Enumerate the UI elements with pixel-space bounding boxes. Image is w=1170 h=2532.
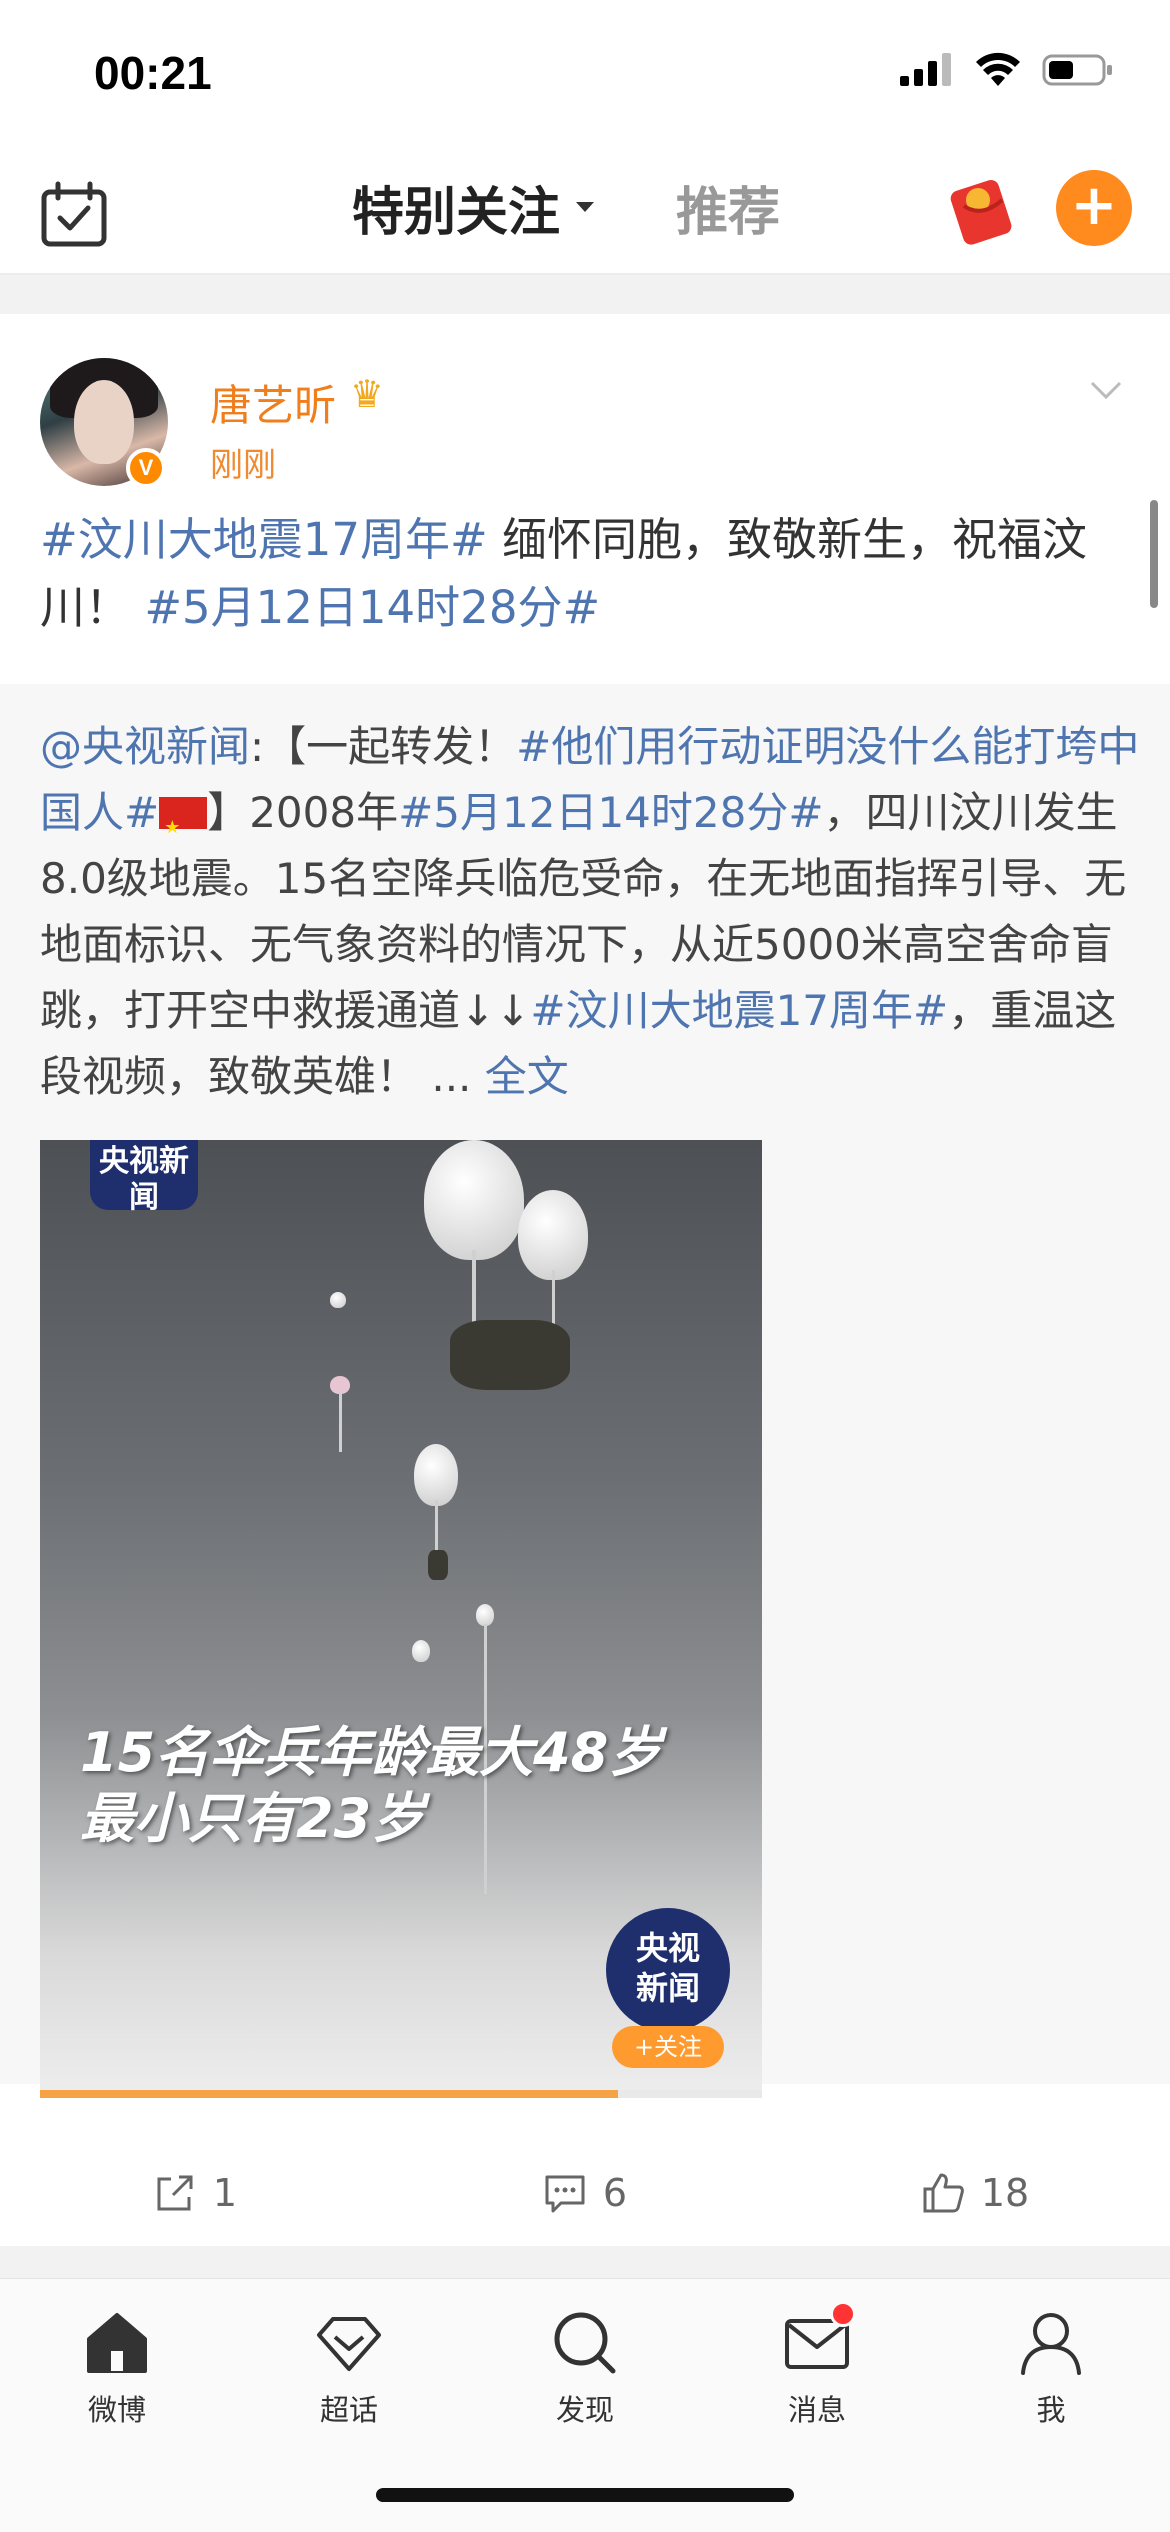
- tab-discover-label: 发现: [555, 2393, 614, 2427]
- cctv-channel-logo[interactable]: 央视 新闻: [606, 1908, 730, 2032]
- home-indicator[interactable]: [376, 2488, 794, 2502]
- comment-count: 6: [602, 2171, 628, 2215]
- thumbs-up-icon: [923, 2173, 964, 2213]
- home-icon: [87, 2313, 147, 2373]
- scroll-indicator[interactable]: [1150, 500, 1158, 608]
- comment-icon: [545, 2175, 585, 2213]
- topic-link[interactable]: #5月12日14时28分#: [398, 788, 823, 837]
- topic-link[interactable]: #5月12日14时28分#: [144, 581, 600, 634]
- wifi-icon: [976, 52, 1020, 86]
- repost-text-segment: :【一起转发！: [250, 722, 517, 771]
- tab-discover[interactable]: 发现: [510, 2309, 660, 2429]
- feed-post: V 唐艺昕 ♛ 刚刚 #汶川大地震17周年# 缅怀同胞，致敬新生，祝福汶川！ #…: [0, 314, 1170, 2246]
- red-packet-icon[interactable]: [944, 170, 1020, 246]
- status-bar: 00:21: [0, 0, 1170, 140]
- tab-messages[interactable]: 消息: [742, 2301, 892, 2429]
- video-caption: 15名伞兵年龄最大48岁 最小只有23岁: [80, 1721, 663, 1850]
- share-icon: [157, 2175, 193, 2211]
- tab-home-label: 微博: [87, 2393, 146, 2427]
- tab-super-topic[interactable]: 超话: [274, 2309, 424, 2429]
- repost-button[interactable]: 1: [0, 2140, 390, 2246]
- status-time: 00:21: [94, 47, 212, 99]
- compose-plus-button[interactable]: +: [1056, 170, 1132, 246]
- calendar-checkin-icon[interactable]: [40, 180, 108, 248]
- video-thumbnail[interactable]: 央视新闻 央视 新闻 +关注: [40, 1140, 762, 2098]
- topic-link[interactable]: #汶川大地震17周年#: [40, 513, 488, 566]
- topic-link[interactable]: #汶川大地震17周年#: [530, 986, 948, 1035]
- video-progress-bar[interactable]: [40, 2090, 762, 2098]
- crown-icon: ♛: [350, 372, 385, 416]
- post-author-name[interactable]: 唐艺昕: [210, 372, 336, 433]
- repost-text: @央视新闻:【一起转发！#他们用行动证明没什么能打垮中国人#】2008年#5月1…: [40, 714, 1140, 1110]
- tab-recommend[interactable]: 推荐: [676, 170, 780, 245]
- like-count: 18: [980, 2171, 1030, 2215]
- search-icon: [554, 2312, 616, 2374]
- like-button[interactable]: 18: [780, 2140, 1170, 2246]
- video-progress-fill: [40, 2090, 618, 2098]
- china-flag-icon: [159, 795, 208, 861]
- user-icon: [1021, 2313, 1081, 2375]
- diamond-icon: [317, 2317, 381, 2371]
- post-text: #汶川大地震17周年# 缅怀同胞，致敬新生，祝福汶川！ #5月12日14时28分…: [40, 506, 1130, 642]
- repost-count: 1: [212, 2171, 238, 2215]
- parachute-illustration: [424, 1140, 524, 1260]
- follow-button[interactable]: +关注: [612, 2026, 724, 2068]
- full-text-link[interactable]: 全文: [485, 1052, 569, 1101]
- chevron-down-icon[interactable]: [576, 202, 594, 212]
- tab-home[interactable]: 微博: [42, 2309, 192, 2429]
- repost-text-segment: 】2008年: [207, 788, 399, 837]
- tab-messages-label: 消息: [787, 2393, 846, 2427]
- post-timestamp: 刚刚: [210, 445, 276, 484]
- post-action-bar: 1 6 18: [0, 2140, 1170, 2246]
- comment-button[interactable]: 6: [390, 2140, 780, 2246]
- status-icons: [898, 52, 1114, 88]
- unread-dot: [830, 2301, 856, 2327]
- top-nav: 特别关注 推荐 +: [0, 140, 1170, 275]
- tab-me-label: 我: [1036, 2393, 1066, 2427]
- feed-separator: [0, 277, 1170, 314]
- cellular-signal-icon: [900, 53, 951, 86]
- tab-special-follow[interactable]: 特别关注: [352, 170, 561, 253]
- battery-icon: [1042, 54, 1112, 86]
- tab-super-topic-label: 超话: [319, 2393, 378, 2427]
- cctv-logo-small: 央视新闻: [90, 1140, 198, 1215]
- chevron-down-icon[interactable]: [1090, 380, 1122, 400]
- tab-me[interactable]: 我: [976, 2309, 1126, 2429]
- tab-special-follow-label: 特别关注: [352, 183, 561, 243]
- verified-badge-icon: V: [126, 448, 166, 488]
- mention-link[interactable]: @央视新闻: [40, 722, 250, 771]
